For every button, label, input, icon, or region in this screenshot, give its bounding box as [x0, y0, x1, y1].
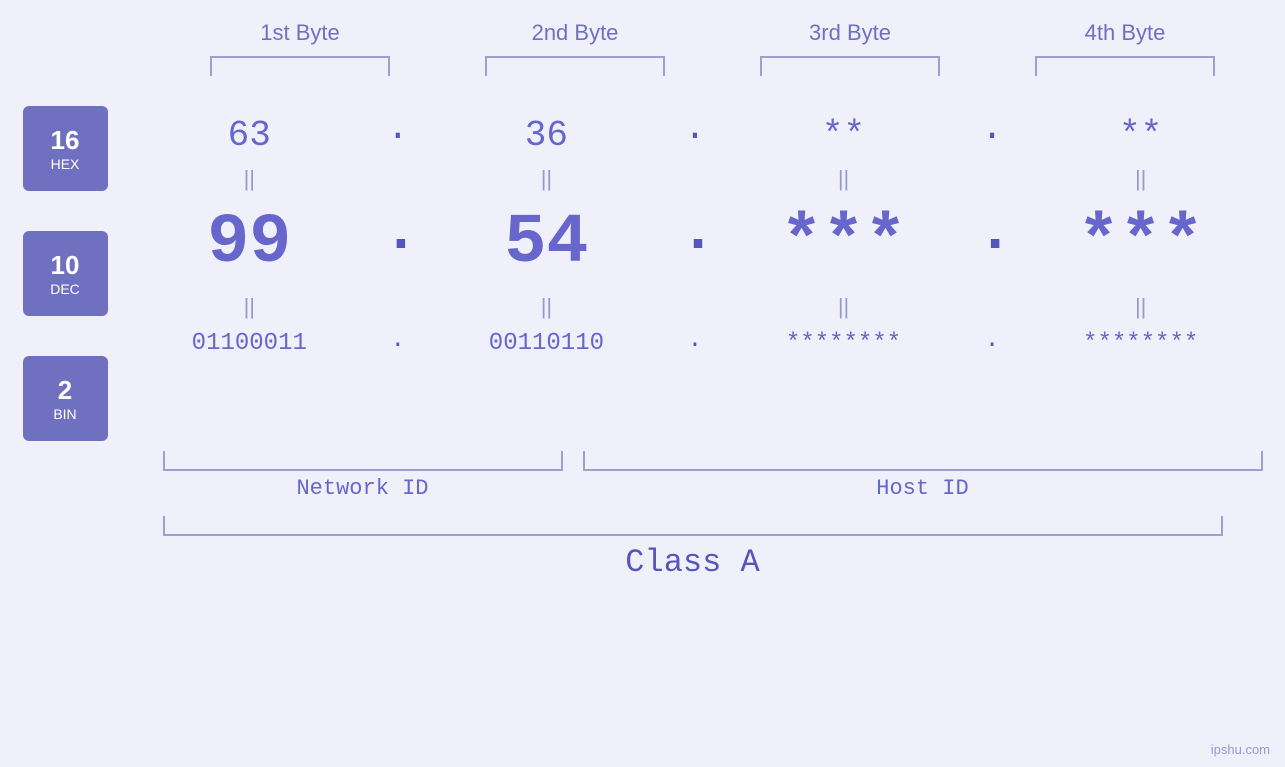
- hex-dot-2: .: [680, 111, 710, 159]
- content-area: 16 HEX 10 DEC 2 BIN 63 . 36 . ** . **: [23, 96, 1263, 441]
- equals-row-1: || || || ||: [128, 164, 1263, 194]
- hex-byte-3: **: [734, 115, 954, 156]
- hex-name: HEX: [51, 156, 80, 172]
- byte-3-label: 3rd Byte: [750, 20, 950, 46]
- bin-byte-2: 00110110: [436, 330, 656, 357]
- dec-byte-1: 99: [139, 204, 359, 283]
- bin-row: 01100011 . 00110110 . ******** . *******…: [128, 322, 1263, 375]
- bin-dot-2: .: [680, 327, 710, 360]
- dec-name: DEC: [50, 281, 80, 297]
- byte-1-label: 1st Byte: [200, 20, 400, 46]
- byte-2-label: 2nd Byte: [475, 20, 675, 46]
- hex-number: 16: [51, 125, 80, 156]
- dec-badge: 10 DEC: [23, 231, 108, 316]
- data-rows: 63 . 36 . ** . ** || || || || 99: [128, 96, 1263, 441]
- bin-byte-1: 01100011: [139, 330, 359, 357]
- dec-byte-3: ***: [734, 204, 954, 283]
- bracket-byte-4: [1035, 56, 1215, 76]
- bracket-byte-3: [760, 56, 940, 76]
- eq1-2: ||: [436, 166, 656, 192]
- equals-row-2: || || || ||: [128, 292, 1263, 322]
- eq2-4: ||: [1031, 294, 1251, 320]
- bin-badge: 2 BIN: [23, 356, 108, 441]
- eq1-4: ||: [1031, 166, 1251, 192]
- id-brackets: [23, 451, 1263, 471]
- eq1-1: ||: [139, 166, 359, 192]
- bracket-byte-2: [485, 56, 665, 76]
- byte-4-label: 4th Byte: [1025, 20, 1225, 46]
- byte-headers: 1st Byte 2nd Byte 3rd Byte 4th Byte: [163, 20, 1263, 46]
- bin-byte-3: ********: [734, 330, 954, 357]
- class-label: Class A: [163, 544, 1223, 581]
- hex-badge: 16 HEX: [23, 106, 108, 191]
- dec-dot-3: .: [977, 199, 1007, 287]
- hex-dot-3: .: [977, 111, 1007, 159]
- watermark: ipshu.com: [1211, 742, 1270, 757]
- eq2-3: ||: [734, 294, 954, 320]
- id-labels-row: Network ID Host ID: [23, 476, 1263, 501]
- eq1-3: ||: [734, 166, 954, 192]
- dec-dot-2: .: [680, 199, 710, 287]
- host-id-label: Host ID: [583, 476, 1263, 501]
- hex-dot-1: .: [383, 111, 413, 159]
- hex-row: 63 . 36 . ** . **: [128, 96, 1263, 164]
- main-container: 1st Byte 2nd Byte 3rd Byte 4th Byte 16 H…: [0, 0, 1285, 767]
- hex-byte-4: **: [1031, 115, 1251, 156]
- dec-byte-4: ***: [1031, 204, 1251, 283]
- bin-byte-4: ********: [1031, 330, 1251, 357]
- host-bracket: [583, 451, 1263, 471]
- bin-name: BIN: [53, 406, 76, 422]
- bracket-byte-1: [210, 56, 390, 76]
- bin-dot-3: .: [977, 327, 1007, 360]
- eq2-2: ||: [436, 294, 656, 320]
- bottom-section: Network ID Host ID Class A: [23, 451, 1263, 581]
- dec-row: 99 . 54 . *** . ***: [128, 194, 1263, 292]
- network-id-label: Network ID: [163, 476, 563, 501]
- dec-number: 10: [51, 250, 80, 281]
- dec-dot-1: .: [383, 199, 413, 287]
- top-brackets: [163, 56, 1263, 76]
- class-bracket: [163, 516, 1223, 536]
- network-bracket: [163, 451, 563, 471]
- hex-byte-1: 63: [139, 115, 359, 156]
- bin-number: 2: [58, 375, 72, 406]
- base-labels: 16 HEX 10 DEC 2 BIN: [23, 96, 108, 441]
- dec-byte-2: 54: [436, 204, 656, 283]
- bin-dot-1: .: [383, 327, 413, 360]
- hex-byte-2: 36: [436, 115, 656, 156]
- eq2-1: ||: [139, 294, 359, 320]
